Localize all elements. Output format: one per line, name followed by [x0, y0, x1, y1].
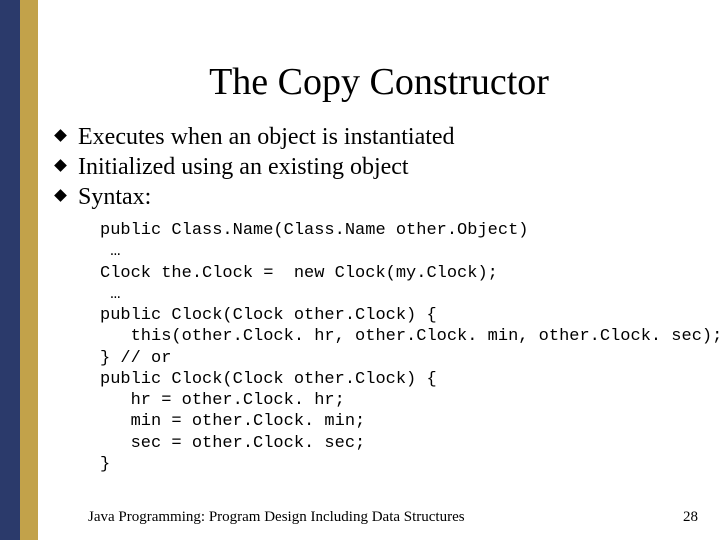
sidebar-blue-band	[0, 0, 20, 540]
slide-content: The Copy Constructor Executes when an ob…	[38, 0, 720, 540]
code-line: public Clock(Clock other.Clock) {	[100, 370, 437, 389]
code-line: Clock the.Clock = new Clock(my.Clock);	[100, 264, 498, 283]
bullet-item: Initialized using an existing object	[56, 152, 720, 182]
code-line: } // or	[100, 349, 171, 368]
code-line: public Class.Name(Class.Name other.Objec…	[100, 221, 528, 240]
code-line: }	[100, 455, 110, 474]
slide-sidebar	[0, 0, 38, 540]
sidebar-gold-band	[20, 0, 38, 540]
bullet-item: Executes when an object is instantiated	[56, 122, 720, 152]
code-line: public Clock(Clock other.Clock) {	[100, 306, 437, 325]
slide-title: The Copy Constructor	[38, 60, 720, 104]
footer-text: Java Programming: Program Design Includi…	[88, 509, 465, 526]
code-line: sec = other.Clock. sec;	[100, 434, 365, 453]
bullet-list: Executes when an object is instantiated …	[56, 122, 720, 212]
code-line: …	[100, 242, 120, 261]
code-line: this(other.Clock. hr, other.Clock. min, …	[100, 327, 720, 346]
slide-number: 28	[683, 509, 698, 526]
code-line: min = other.Clock. min;	[100, 412, 365, 431]
bullet-item: Syntax:	[56, 182, 720, 212]
code-line: …	[100, 285, 120, 304]
code-line: hr = other.Clock. hr;	[100, 391, 345, 410]
code-block: public Class.Name(Class.Name other.Objec…	[100, 220, 720, 475]
